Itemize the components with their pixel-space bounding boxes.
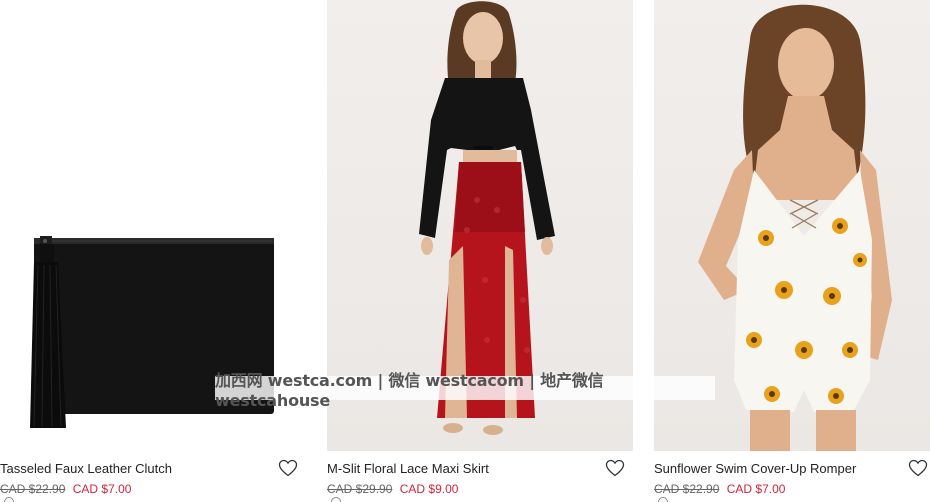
color-swatch[interactable]: [4, 497, 14, 502]
product-title[interactable]: Sunflower Swim Cover-Up Romper: [654, 461, 856, 476]
product-card[interactable]: M-Slit Floral Lace Maxi Skirt CAD $29.90…: [327, 0, 633, 502]
product-card[interactable]: Sunflower Swim Cover-Up Romper CAD $22.9…: [654, 0, 930, 502]
color-swatch[interactable]: [658, 497, 668, 502]
price-block: CAD $22.90 CAD $7.00: [0, 482, 131, 496]
sale-price: CAD $7.00: [726, 482, 786, 496]
product-title[interactable]: Tasseled Faux Leather Clutch: [0, 461, 172, 476]
color-swatch[interactable]: [331, 497, 341, 502]
product-card[interactable]: Tasseled Faux Leather Clutch CAD $22.90 …: [0, 0, 306, 502]
wishlist-heart-icon[interactable]: [908, 459, 928, 477]
price-block: CAD $22.90 CAD $7.00: [654, 482, 785, 496]
wishlist-heart-icon[interactable]: [605, 459, 625, 477]
sale-price: CAD $9.00: [399, 482, 459, 496]
original-price: CAD $22.90: [654, 482, 720, 496]
original-price: CAD $29.90: [327, 482, 393, 496]
original-price: CAD $22.90: [0, 482, 66, 496]
price-block: CAD $29.90 CAD $9.00: [327, 482, 458, 496]
watermark-banner: 加西网 westca.com | 微信 westcacom | 地产微信 wes…: [215, 371, 715, 410]
wishlist-heart-icon[interactable]: [278, 459, 298, 477]
product-title[interactable]: M-Slit Floral Lace Maxi Skirt: [327, 461, 489, 476]
sale-price: CAD $7.00: [72, 482, 132, 496]
